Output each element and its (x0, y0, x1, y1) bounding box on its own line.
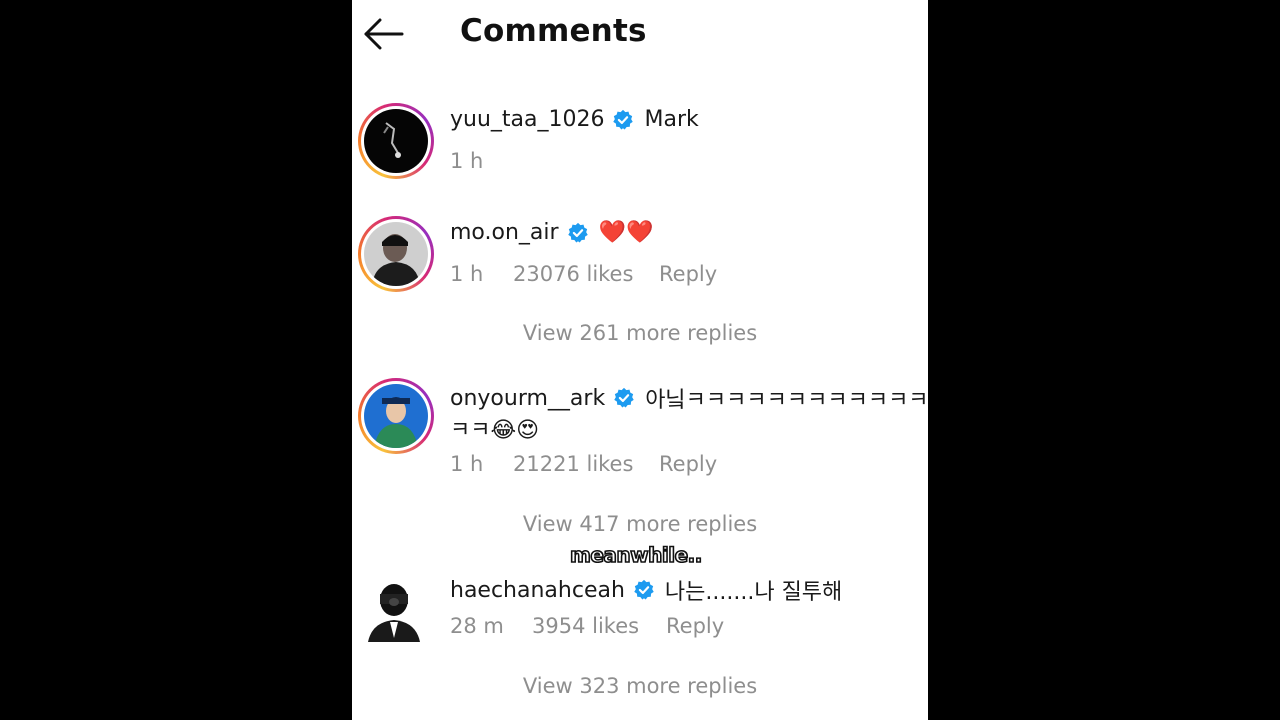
comment-text-line2: ㅋㅋ😂😍 (450, 418, 540, 443)
username[interactable]: mo.on_air (450, 220, 559, 245)
comment-time: 1 h (450, 262, 484, 286)
username[interactable]: haechanahceah (450, 578, 625, 603)
comments-screen: Comments yuu_taa_1026 Mark 1 h mo.on_air… (352, 0, 928, 720)
reply-button[interactable]: Reply (659, 452, 717, 476)
view-more-replies[interactable]: View 323 more replies (352, 674, 928, 698)
likes-count[interactable]: 21221 likes (513, 452, 633, 476)
verified-badge-icon (567, 222, 588, 242)
avatar[interactable] (358, 216, 434, 292)
comment-text: 아닠ㅋㅋㅋㅋㅋㅋㅋㅋㅋㅋㅋㅋ (645, 388, 928, 413)
avatar[interactable] (358, 103, 434, 179)
view-more-replies[interactable]: View 261 more replies (352, 321, 928, 345)
comment-header: onyourm__ark 아닠ㅋㅋㅋㅋㅋㅋㅋㅋㅋㅋㅋㅋ (450, 382, 928, 414)
reply-button[interactable]: Reply (659, 262, 717, 286)
view-more-replies[interactable]: View 417 more replies (352, 512, 928, 536)
username[interactable]: onyourm__ark (450, 386, 605, 411)
back-button[interactable] (362, 14, 406, 54)
comment-header: haechanahceah 나는.......나 질투해 (450, 574, 842, 606)
overlay-caption-text: meanwhile.. (569, 542, 703, 568)
comment-text: 나는.......나 질투해 (664, 580, 843, 605)
avatar[interactable] (364, 578, 424, 642)
page-title: Comments (460, 13, 647, 49)
overlay-emoji: 😅 (707, 542, 731, 567)
comment-text: ❤️❤️ (598, 220, 654, 245)
likes-count[interactable]: 23076 likes (513, 262, 633, 286)
header: Comments (352, 0, 928, 70)
comment-header: mo.on_air ❤️❤️ (450, 220, 653, 245)
comment-time: 28 m (450, 614, 504, 638)
comment-time: 1 h (450, 149, 484, 173)
avatar[interactable] (358, 378, 434, 454)
comment-text-continued: ㅋㅋ😂😍 (450, 412, 539, 444)
username[interactable]: yuu_taa_1026 (450, 107, 604, 132)
likes-count[interactable]: 3954 likes (532, 614, 639, 638)
overlay-caption: meanwhile.. 😅 (569, 542, 731, 568)
arrow-left-icon (364, 18, 404, 50)
verified-badge-icon (614, 387, 634, 408)
reply-button[interactable]: Reply (666, 614, 724, 638)
comment-header: yuu_taa_1026 Mark (450, 107, 699, 132)
comment-text: Mark (644, 107, 699, 132)
comment-time: 1 h (450, 452, 484, 476)
verified-badge-icon (634, 579, 654, 600)
verified-badge-icon (613, 109, 634, 129)
